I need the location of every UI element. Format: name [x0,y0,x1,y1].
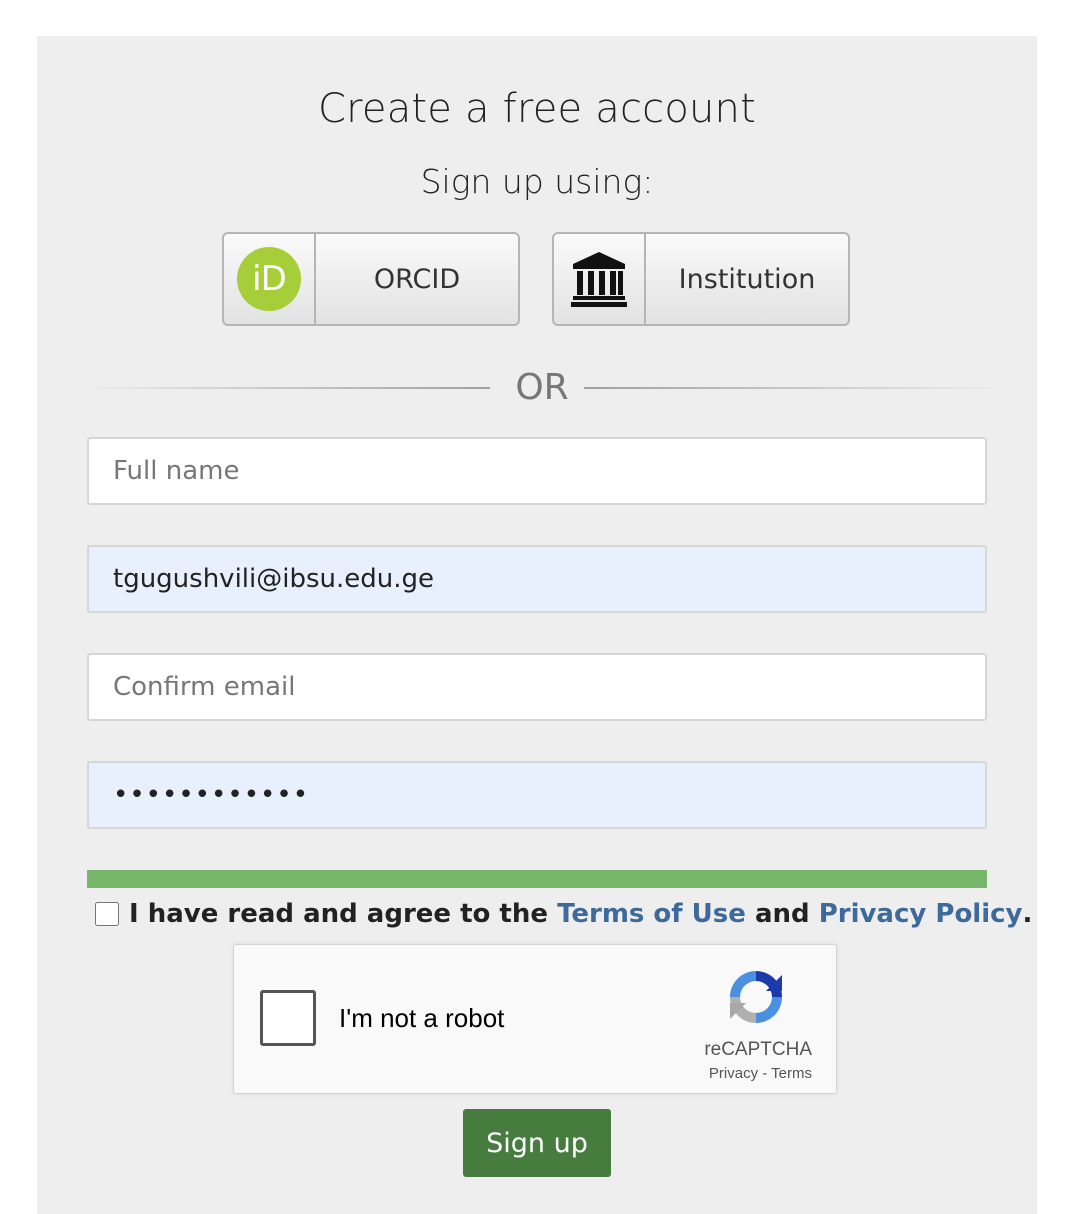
confirm-email-input[interactable] [87,653,987,721]
password-strength-meter [87,870,987,888]
or-divider: OR [77,366,1007,410]
orcid-icon: iD [237,247,301,311]
terms-conjunction: and [754,899,810,929]
terms-suffix: . [1022,899,1033,929]
institution-icon-cell [554,234,646,324]
institution-icon [571,252,627,307]
signup-subtitle: Sign up using: [420,162,654,201]
signup-panel: Create a free account Sign up using: iD … [37,36,1037,1214]
orcid-button-label: ORCID [373,263,461,295]
full-name-input[interactable] [87,437,987,505]
recaptcha-terms-link[interactable]: Terms [771,1065,812,1082]
orcid-signup-button[interactable]: iD ORCID [222,232,520,326]
recaptcha-widget: I'm not a robot reCAPTCHA Privacy - Term… [233,944,837,1094]
password-strength-fill [87,870,987,888]
sign-up-button[interactable]: Sign up [463,1109,611,1177]
institution-button-label: Institution [678,263,816,295]
recaptcha-checkbox[interactable] [260,990,316,1046]
orcid-icon-cell: iD [224,234,316,324]
recaptcha-privacy-link[interactable]: Privacy [709,1065,758,1082]
recaptcha-logo-icon [730,971,782,1023]
page-title: Create a free account [318,86,756,132]
privacy-policy-link[interactable]: Privacy Policy [819,899,1023,929]
terms-agreement: I have read and agree to the Terms of Us… [95,896,1032,932]
recaptcha-label: I'm not a robot [339,1003,505,1033]
email-input[interactable] [87,545,987,613]
terms-checkbox[interactable] [95,902,119,926]
recaptcha-separator: - [762,1065,768,1082]
recaptcha-brand: reCAPTCHA [704,1039,812,1060]
divider-line-right [584,387,1007,389]
institution-signup-button[interactable]: Institution [552,232,850,326]
terms-text: I have read and agree to the [129,899,549,929]
password-input[interactable] [87,761,987,829]
recaptcha-links: Privacy - Terms [709,1065,812,1082]
terms-of-use-link[interactable]: Terms of Use [557,899,746,929]
